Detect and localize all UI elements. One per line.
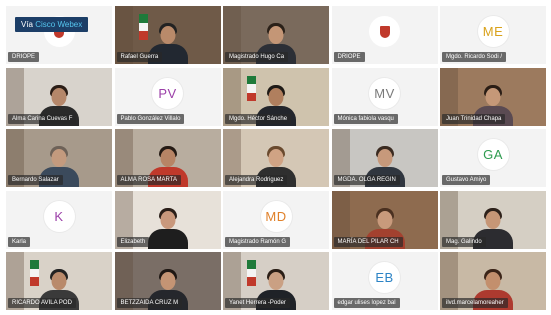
participant-name: Magistrado Hugo Ca — [225, 52, 289, 62]
participant-name: DRIOPE — [333, 52, 365, 62]
participant-avatar: PV — [152, 77, 183, 109]
participant-tile[interactable]: Yanet Herrera -Poder — [223, 252, 329, 310]
webex-brand: Cisco Webex — [35, 20, 83, 29]
participant-tile[interactable]: Rafael Guerra — [114, 6, 221, 64]
participant-tile[interactable]: Bernardo Salazar — [6, 129, 112, 187]
participant-name: Mónica fabiola vasqu — [333, 113, 398, 124]
participant-tile[interactable]: RICARDO AVILA POD — [6, 252, 112, 310]
participant-name: BETZZAIDA CRUZ M — [116, 298, 183, 308]
participant-name: Pablo González Villalo — [116, 113, 185, 124]
participant-tile[interactable]: Mgdo. Héctor Sánche — [223, 67, 329, 126]
participant-tile[interactable]: PV Pablo González Villalo — [114, 67, 221, 126]
participant-tile[interactable]: ilvd.marcelamoreaher — [440, 252, 546, 310]
participant-name: Mgdo. Héctor Sánche — [225, 113, 292, 124]
participant-tile[interactable]: DRIOPE — [6, 6, 112, 64]
participant-name: Karla — [8, 236, 31, 247]
participant-tile[interactable]: K Karla — [6, 190, 112, 249]
participant-video — [146, 205, 190, 249]
participant-tile[interactable]: Magistrado Hugo Ca — [223, 6, 329, 64]
participant-name: MARÍA DEL PILAR CH — [333, 236, 403, 247]
participant-name: MGDA. OLGA REGIN — [333, 175, 400, 185]
participant-avatar: MD — [260, 200, 292, 232]
via-label: Vía — [21, 20, 36, 29]
participant-name: Mag. Galindo — [442, 236, 486, 247]
participant-tile[interactable]: MD Magistrado Ramón G — [223, 190, 329, 249]
participant-tile[interactable]: MARÍA DEL PILAR CH — [331, 190, 438, 249]
participant-name: ALMA ROSA MARTA — [116, 175, 181, 185]
participant-avatar: ME — [477, 16, 509, 48]
participant-tile[interactable]: GA Gustavo Amiyo — [440, 129, 546, 187]
participant-name: Rafael Guerra — [116, 52, 163, 62]
participant-tile[interactable]: MV Mónica fabiola vasqu — [331, 67, 438, 126]
participant-avatar: GA — [477, 139, 509, 171]
participant-tile[interactable]: Alejandra Rodriguez — [223, 129, 329, 187]
participant-tile[interactable]: BETZZAIDA CRUZ M — [114, 252, 221, 310]
participant-name: RICARDO AVILA POD — [8, 298, 76, 308]
participant-tile[interactable]: ALMA ROSA MARTA — [114, 129, 221, 187]
participant-name: Alma Carina Cuevas F — [8, 113, 77, 124]
organization-logo — [369, 16, 400, 48]
participant-name: ilvd.marcelamoreaher — [442, 298, 508, 308]
participant-name: Yanet Herrera -Poder — [225, 298, 290, 308]
participant-avatar: EB — [369, 262, 400, 294]
participant-tile[interactable]: DRIOPE — [331, 6, 438, 64]
participant-name: Mgdo. Ricardo Sodi / — [442, 52, 507, 62]
participant-name: Juan Trinidad Chapa — [442, 113, 506, 124]
participant-name: Gustavo Amiyo — [442, 175, 491, 185]
participant-name: Bernardo Salazar — [8, 175, 63, 185]
participant-avatar: MV — [369, 77, 400, 109]
participant-tile[interactable]: Alma Carina Cuevas F — [6, 67, 112, 126]
participant-tile[interactable]: Mag. Galindo — [440, 190, 546, 249]
participant-tile[interactable]: Juan Trinidad Chapa — [440, 67, 546, 126]
participant-name: DRIOPE — [8, 52, 40, 62]
participant-name: edgar ulises lopez bal — [333, 298, 400, 308]
participant-tile[interactable]: EB edgar ulises lopez bal — [331, 252, 438, 310]
participant-avatar: K — [43, 200, 75, 232]
participant-name: Magistrado Ramón G — [225, 236, 291, 247]
participant-tile[interactable]: Elizabeth — [114, 190, 221, 249]
webex-badge: Vía Cisco Webex — [15, 17, 89, 32]
participant-tile[interactable]: ME Mgdo. Ricardo Sodi / — [440, 6, 546, 64]
participant-name: Alejandra Rodriguez — [225, 175, 288, 185]
participant-name: Elizabeth — [116, 236, 150, 247]
shield-icon — [379, 25, 390, 38]
participant-tile[interactable]: MGDA. OLGA REGIN — [331, 129, 438, 187]
video-grid: DRIOPE Rafael Guerra Magistrado Hugo Ca DRI… — [6, 6, 546, 310]
